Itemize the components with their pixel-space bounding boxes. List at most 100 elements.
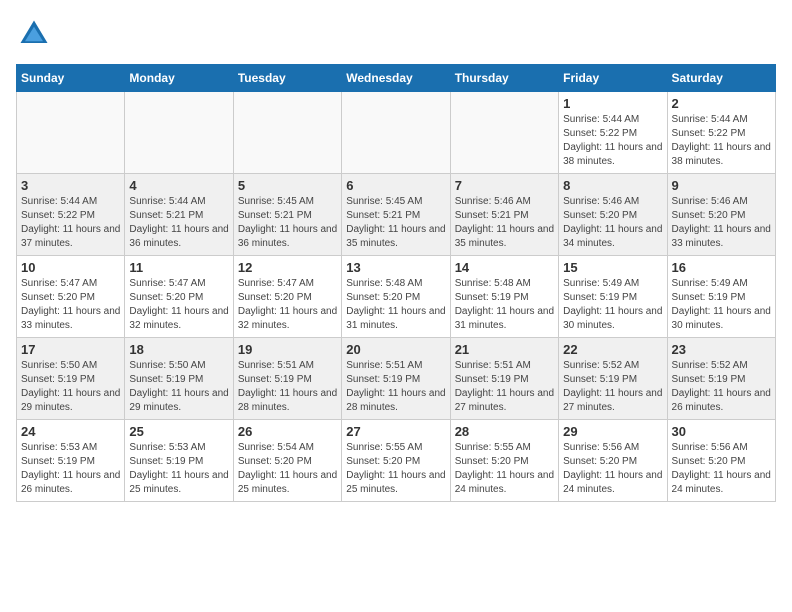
- calendar-cell: 10 Sunrise: 5:47 AM Sunset: 5:20 PM Dayli…: [17, 256, 125, 338]
- logo-icon: [16, 16, 52, 52]
- day-number: 4: [129, 178, 228, 193]
- day-number: 18: [129, 342, 228, 357]
- weekday-header: Monday: [125, 65, 233, 92]
- day-info: Sunrise: 5:49 AM Sunset: 5:19 PM Dayligh…: [672, 277, 771, 333]
- day-info: Sunrise: 5:51 AM Sunset: 5:19 PM Dayligh…: [238, 359, 337, 415]
- calendar-cell: 3 Sunrise: 5:44 AM Sunset: 5:22 PM Daylig…: [17, 174, 125, 256]
- day-info: Sunrise: 5:44 AM Sunset: 5:22 PM Dayligh…: [672, 113, 771, 169]
- weekday-header: Saturday: [667, 65, 775, 92]
- calendar-cell: 27Sunrise: 5:55 AM Sunset: 5:20 PM Dayli…: [342, 420, 450, 502]
- calendar-cell: 11Sunrise: 5:47 AM Sunset: 5:20 PM Dayli…: [125, 256, 233, 338]
- weekday-header: Wednesday: [342, 65, 450, 92]
- day-info: Sunrise: 5:48 AM Sunset: 5:19 PM Dayligh…: [455, 277, 554, 333]
- calendar-cell: 15 Sunrise: 5:49 AM Sunset: 5:19 PM Dayli…: [559, 256, 667, 338]
- day-number: 24: [21, 424, 120, 439]
- calendar-cell: [342, 92, 450, 174]
- calendar-cell: 30 Sunrise: 5:56 AM Sunset: 5:20 PM Dayli…: [667, 420, 775, 502]
- day-number: 22: [563, 342, 662, 357]
- day-info: Sunrise: 5:50 AM Sunset: 5:19 PM Dayligh…: [129, 359, 228, 415]
- calendar-cell: 26 Sunrise: 5:54 AM Sunset: 5:20 PM Dayli…: [233, 420, 341, 502]
- day-info: Sunrise: 5:56 AM Sunset: 5:20 PM Dayligh…: [672, 441, 771, 497]
- day-number: 6: [346, 178, 445, 193]
- day-info: Sunrise: 5:56 AM Sunset: 5:20 PM Dayligh…: [563, 441, 662, 497]
- day-number: 20: [346, 342, 445, 357]
- day-number: 23: [672, 342, 771, 357]
- calendar-cell: 16 Sunrise: 5:49 AM Sunset: 5:19 PM Dayli…: [667, 256, 775, 338]
- calendar-cell: 20 Sunrise: 5:51 AM Sunset: 5:19 PM Dayli…: [342, 338, 450, 420]
- calendar-cell: 14 Sunrise: 5:48 AM Sunset: 5:19 PM Dayli…: [450, 256, 558, 338]
- day-number: 9: [672, 178, 771, 193]
- calendar-cell: 13Sunrise: 5:48 AM Sunset: 5:20 PM Dayli…: [342, 256, 450, 338]
- calendar-week-row: 10 Sunrise: 5:47 AM Sunset: 5:20 PM Dayli…: [17, 256, 776, 338]
- calendar-week-row: 24 Sunrise: 5:53 AM Sunset: 5:19 PM Dayli…: [17, 420, 776, 502]
- day-info: Sunrise: 5:44 AM Sunset: 5:22 PM Dayligh…: [21, 195, 120, 251]
- day-info: Sunrise: 5:53 AM Sunset: 5:19 PM Dayligh…: [21, 441, 120, 497]
- calendar-week-row: 17Sunrise: 5:50 AM Sunset: 5:19 PM Dayli…: [17, 338, 776, 420]
- calendar-table: SundayMondayTuesdayWednesdayThursdayFrid…: [16, 64, 776, 502]
- calendar-cell: [233, 92, 341, 174]
- calendar-cell: 4Sunrise: 5:44 AM Sunset: 5:21 PM Daylig…: [125, 174, 233, 256]
- calendar-cell: 21 Sunrise: 5:51 AM Sunset: 5:19 PM Dayli…: [450, 338, 558, 420]
- weekday-header: Friday: [559, 65, 667, 92]
- weekday-header: Sunday: [17, 65, 125, 92]
- calendar-cell: 12Sunrise: 5:47 AM Sunset: 5:20 PM Dayli…: [233, 256, 341, 338]
- calendar-cell: 1 Sunrise: 5:44 AM Sunset: 5:22 PM Daylig…: [559, 92, 667, 174]
- day-number: 10: [21, 260, 120, 275]
- day-number: 11: [129, 260, 228, 275]
- day-number: 16: [672, 260, 771, 275]
- day-info: Sunrise: 5:46 AM Sunset: 5:21 PM Dayligh…: [455, 195, 554, 251]
- calendar-cell: 25Sunrise: 5:53 AM Sunset: 5:19 PM Dayli…: [125, 420, 233, 502]
- calendar-cell: 29 Sunrise: 5:56 AM Sunset: 5:20 PM Dayli…: [559, 420, 667, 502]
- day-number: 26: [238, 424, 337, 439]
- calendar-cell: 19 Sunrise: 5:51 AM Sunset: 5:19 PM Dayli…: [233, 338, 341, 420]
- day-number: 29: [563, 424, 662, 439]
- day-number: 8: [563, 178, 662, 193]
- calendar-cell: 22 Sunrise: 5:52 AM Sunset: 5:19 PM Dayli…: [559, 338, 667, 420]
- calendar-cell: 23 Sunrise: 5:52 AM Sunset: 5:19 PM Dayli…: [667, 338, 775, 420]
- day-info: Sunrise: 5:45 AM Sunset: 5:21 PM Dayligh…: [346, 195, 445, 251]
- day-info: Sunrise: 5:51 AM Sunset: 5:19 PM Dayligh…: [455, 359, 554, 415]
- day-info: Sunrise: 5:46 AM Sunset: 5:20 PM Dayligh…: [672, 195, 771, 251]
- day-info: Sunrise: 5:44 AM Sunset: 5:22 PM Dayligh…: [563, 113, 662, 169]
- calendar-header-row: SundayMondayTuesdayWednesdayThursdayFrid…: [17, 65, 776, 92]
- day-info: Sunrise: 5:47 AM Sunset: 5:20 PM Dayligh…: [238, 277, 337, 333]
- calendar-cell: 6 Sunrise: 5:45 AM Sunset: 5:21 PM Daylig…: [342, 174, 450, 256]
- calendar-cell: 18 Sunrise: 5:50 AM Sunset: 5:19 PM Dayli…: [125, 338, 233, 420]
- day-number: 21: [455, 342, 554, 357]
- calendar-cell: 8 Sunrise: 5:46 AM Sunset: 5:20 PM Daylig…: [559, 174, 667, 256]
- day-info: Sunrise: 5:47 AM Sunset: 5:20 PM Dayligh…: [21, 277, 120, 333]
- day-number: 30: [672, 424, 771, 439]
- day-info: Sunrise: 5:46 AM Sunset: 5:20 PM Dayligh…: [563, 195, 662, 251]
- day-number: 19: [238, 342, 337, 357]
- day-number: 25: [129, 424, 228, 439]
- day-number: 2: [672, 96, 771, 111]
- calendar-cell: 24 Sunrise: 5:53 AM Sunset: 5:19 PM Dayli…: [17, 420, 125, 502]
- day-number: 15: [563, 260, 662, 275]
- calendar-cell: [125, 92, 233, 174]
- day-number: 27: [346, 424, 445, 439]
- day-number: 7: [455, 178, 554, 193]
- calendar-cell: 5Sunrise: 5:45 AM Sunset: 5:21 PM Daylig…: [233, 174, 341, 256]
- calendar-cell: [17, 92, 125, 174]
- weekday-header: Tuesday: [233, 65, 341, 92]
- calendar-cell: 9 Sunrise: 5:46 AM Sunset: 5:20 PM Daylig…: [667, 174, 775, 256]
- day-info: Sunrise: 5:48 AM Sunset: 5:20 PM Dayligh…: [346, 277, 445, 333]
- day-info: Sunrise: 5:51 AM Sunset: 5:19 PM Dayligh…: [346, 359, 445, 415]
- day-number: 1: [563, 96, 662, 111]
- day-info: Sunrise: 5:52 AM Sunset: 5:19 PM Dayligh…: [563, 359, 662, 415]
- weekday-header: Thursday: [450, 65, 558, 92]
- logo: [16, 16, 56, 52]
- calendar-week-row: 3 Sunrise: 5:44 AM Sunset: 5:22 PM Daylig…: [17, 174, 776, 256]
- day-number: 14: [455, 260, 554, 275]
- day-info: Sunrise: 5:50 AM Sunset: 5:19 PM Dayligh…: [21, 359, 120, 415]
- page-header: [16, 16, 776, 52]
- calendar-cell: 17Sunrise: 5:50 AM Sunset: 5:19 PM Dayli…: [17, 338, 125, 420]
- day-info: Sunrise: 5:52 AM Sunset: 5:19 PM Dayligh…: [672, 359, 771, 415]
- calendar-cell: [450, 92, 558, 174]
- calendar-cell: 7 Sunrise: 5:46 AM Sunset: 5:21 PM Daylig…: [450, 174, 558, 256]
- calendar-week-row: 1 Sunrise: 5:44 AM Sunset: 5:22 PM Daylig…: [17, 92, 776, 174]
- day-info: Sunrise: 5:54 AM Sunset: 5:20 PM Dayligh…: [238, 441, 337, 497]
- day-info: Sunrise: 5:55 AM Sunset: 5:20 PM Dayligh…: [455, 441, 554, 497]
- day-number: 3: [21, 178, 120, 193]
- day-info: Sunrise: 5:49 AM Sunset: 5:19 PM Dayligh…: [563, 277, 662, 333]
